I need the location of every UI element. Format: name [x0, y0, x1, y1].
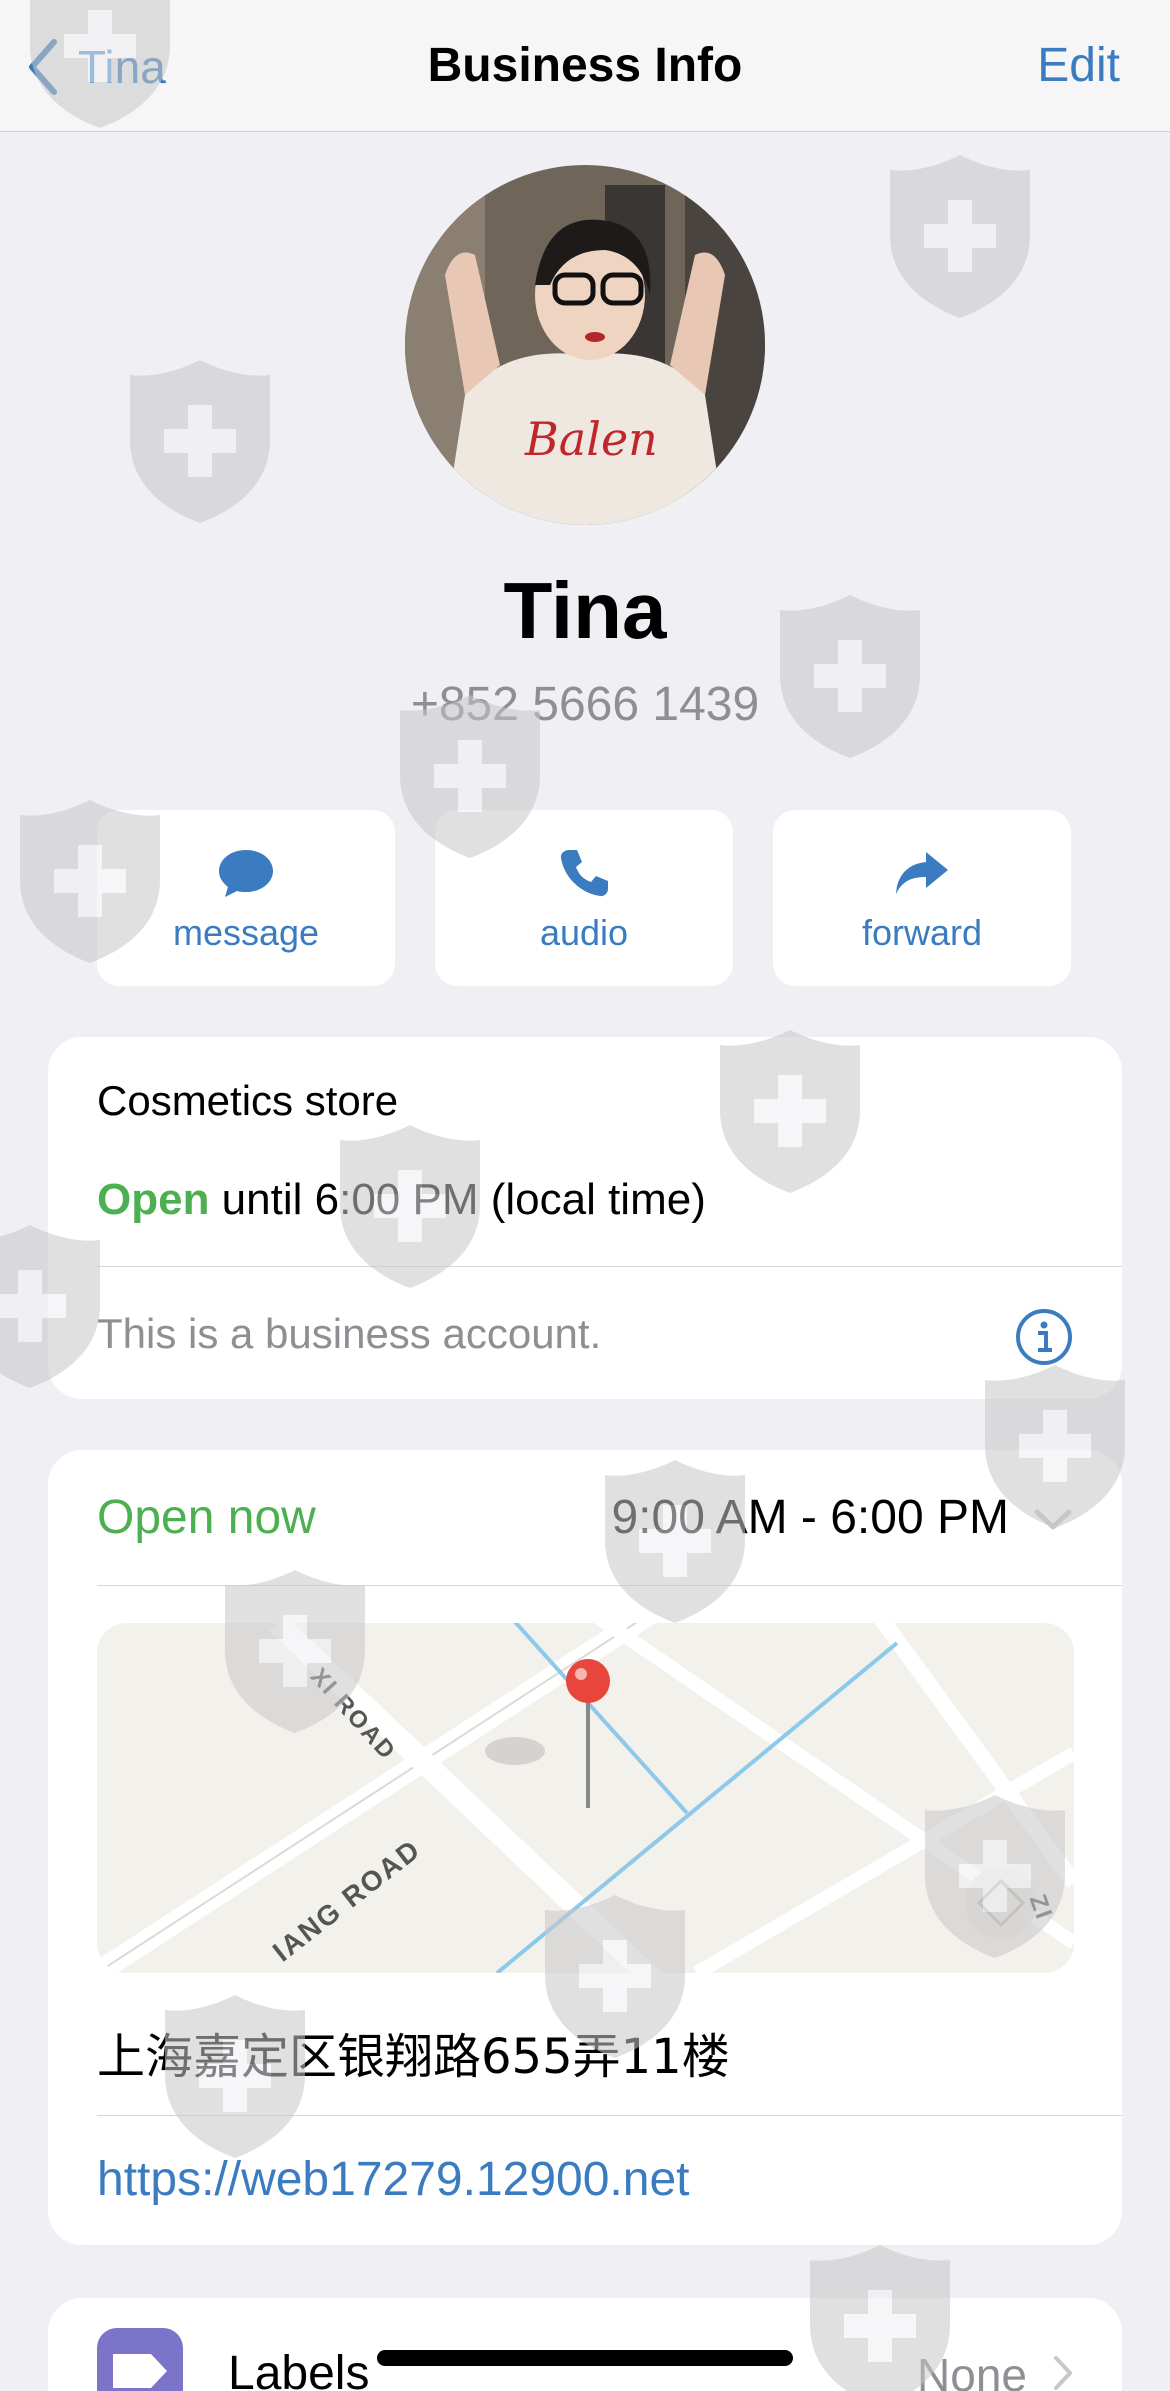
- navigation-bar: Tina Business Info Edit: [0, 0, 1170, 132]
- business-info-screen: Tina Business Info Edit Balen Tina +852 …: [0, 0, 1170, 2391]
- divider: [97, 2115, 1122, 2116]
- chevron-down-icon[interactable]: [1032, 1505, 1074, 1535]
- action-buttons: message audio forward: [97, 810, 1071, 986]
- forward-arrow-icon: [892, 842, 952, 904]
- business-category: Cosmetics store: [97, 1077, 399, 1124]
- labels-title: Labels: [228, 2347, 370, 2391]
- shirt-text: Balen: [524, 412, 658, 466]
- open-status-detail: until 6:00 PM (local time): [209, 1175, 706, 1224]
- phone-icon: [557, 842, 611, 904]
- website-link[interactable]: https://web17279.12900.net: [97, 2152, 689, 2207]
- forward-label: forward: [861, 912, 983, 953]
- label-tag-icon: [97, 2328, 183, 2391]
- opening-status: Open now: [97, 1491, 316, 1544]
- watermark-shield-icon: [890, 155, 1030, 318]
- map-pin-icon: [566, 1659, 610, 1703]
- message-label: message: [172, 912, 320, 953]
- open-status-word: Open: [97, 1175, 210, 1224]
- page-title: Business Info: [427, 39, 743, 92]
- labels-row[interactable]: Labels None: [48, 2298, 1122, 2391]
- profile-name: Tina: [503, 566, 667, 655]
- audio-button[interactable]: audio: [435, 810, 733, 986]
- business-status: Open until 6:00 PM (local time): [97, 1175, 706, 1225]
- location-card: Open now 9:00 AM - 6:00 PM XI ROAD IANG …: [48, 1450, 1122, 2245]
- map-graphic: [97, 1623, 1074, 1973]
- home-indicator[interactable]: [377, 2350, 793, 2366]
- watermark-shield-icon: [130, 360, 270, 523]
- edit-button[interactable]: Edit: [1037, 38, 1120, 93]
- address-text[interactable]: 上海嘉定区银翔路655弄11楼: [97, 2017, 730, 2087]
- message-button[interactable]: message: [97, 810, 395, 986]
- chat-bubble-icon: [216, 842, 276, 904]
- business-summary-card: Cosmetics store Open until 6:00 PM (loca…: [48, 1037, 1122, 1399]
- chevron-right-icon: [1052, 2354, 1074, 2391]
- forward-button[interactable]: forward: [773, 810, 1071, 986]
- info-icon[interactable]: [1014, 1307, 1074, 1367]
- labels-value: None: [917, 2349, 1027, 2391]
- audio-label: audio: [539, 912, 629, 953]
- avatar[interactable]: Balen: [405, 165, 765, 525]
- profile-phone[interactable]: +852 5666 1439: [0, 677, 1170, 732]
- opening-hours[interactable]: 9:00 AM - 6:00 PM: [611, 1490, 1009, 1545]
- business-account-note: This is a business account.: [97, 1310, 602, 1357]
- divider: [97, 1266, 1122, 1267]
- profile-photo: Balen: [405, 165, 765, 525]
- divider: [97, 1585, 1122, 1586]
- location-map[interactable]: XI ROAD IANG ROAD ZI: [97, 1623, 1074, 1973]
